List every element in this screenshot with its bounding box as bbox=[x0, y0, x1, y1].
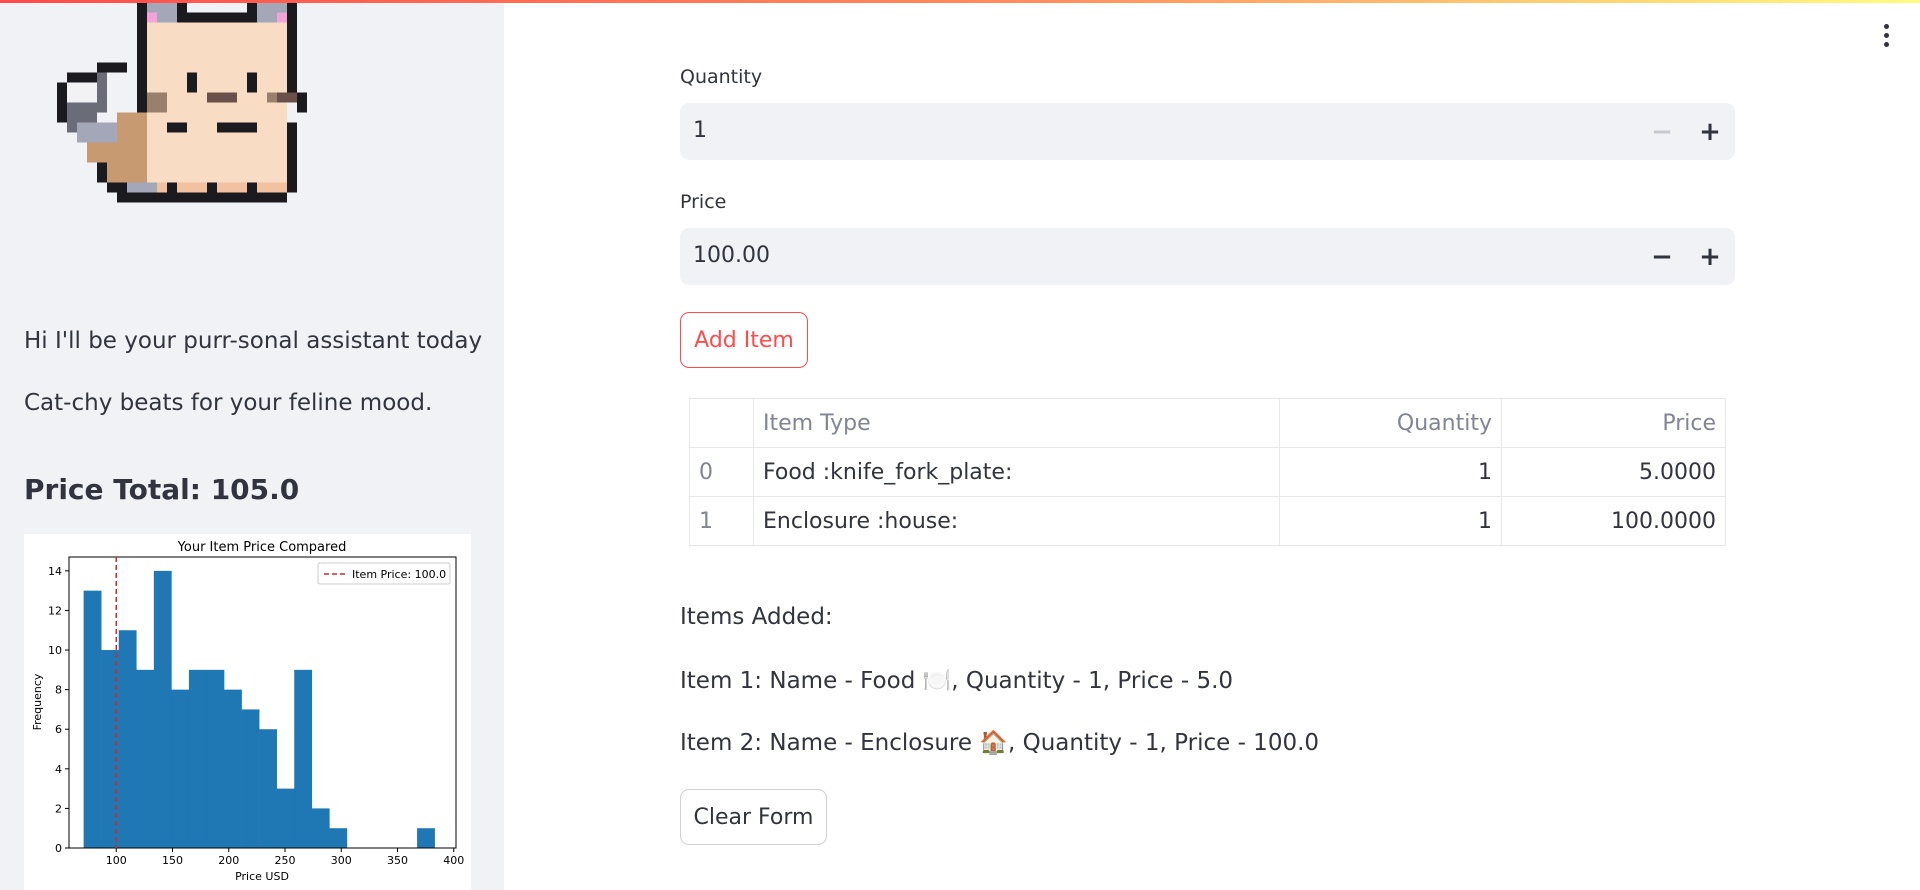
table-cell-price[interactable]: 5.0000 bbox=[1501, 447, 1726, 497]
x-tick-label: 400 bbox=[443, 854, 464, 867]
items-table: Item Type Quantity Price 0 Food :knife_f… bbox=[689, 398, 1726, 546]
histogram-bar bbox=[276, 788, 295, 848]
chart-ylabel: Frequency bbox=[31, 673, 44, 730]
price-histogram-chart: 100 150 200 250 300 350 400 0 2 4 6 8 10 12 14 Item Pr… bbox=[24, 534, 471, 890]
histogram-bar bbox=[294, 669, 313, 848]
quantity-label: Quantity bbox=[680, 66, 763, 88]
price-increment-button[interactable]: + bbox=[1686, 228, 1734, 285]
chart-legend: Item Price: 100.0 bbox=[317, 562, 451, 585]
y-tick-label: 0 bbox=[55, 842, 62, 855]
quantity-decrement-button[interactable]: − bbox=[1638, 103, 1686, 160]
pixel-cat-icon bbox=[57, 2, 307, 203]
table-cell-index[interactable]: 0 bbox=[689, 447, 754, 497]
chart-title: Your Item Price Compared bbox=[177, 540, 347, 555]
histogram-bar bbox=[118, 630, 137, 848]
y-tick-label: 2 bbox=[55, 802, 62, 815]
items-added-line-1: Item 1: Name - Food 🍽️, Quantity - 1, Pr… bbox=[680, 668, 1234, 694]
add-item-button[interactable]: Add Item bbox=[680, 312, 808, 368]
table-header-item-type[interactable]: Item Type bbox=[753, 398, 1280, 448]
table-cell-price[interactable]: 100.0000 bbox=[1501, 496, 1726, 546]
table-header-row: Item Type Quantity Price bbox=[689, 398, 1726, 448]
kebab-menu-icon[interactable] bbox=[1876, 20, 1896, 50]
histogram-bar bbox=[241, 709, 260, 848]
x-tick-label: 250 bbox=[275, 854, 296, 867]
histogram-bar bbox=[329, 828, 348, 848]
quantity-increment-button[interactable]: + bbox=[1686, 103, 1734, 160]
table-row: 0 Food :knife_fork_plate: 1 5.0000 bbox=[689, 447, 1726, 497]
price-value[interactable]: 100.00 bbox=[693, 243, 770, 268]
table-cell-item-type[interactable]: Enclosure :house: bbox=[753, 496, 1280, 546]
histogram-bar bbox=[153, 570, 172, 848]
items-added-heading: Items Added: bbox=[680, 604, 833, 630]
items-added-line-2: Item 2: Name - Enclosure 🏠, Quantity - 1… bbox=[680, 730, 1320, 756]
clear-form-button[interactable]: Clear Form bbox=[680, 789, 827, 845]
chart-xlabel: Price USD bbox=[235, 870, 289, 883]
price-histogram-svg: 100 150 200 250 300 350 400 0 2 4 6 8 10 12 14 Item Pr… bbox=[31, 540, 464, 883]
y-tick-label: 14 bbox=[48, 565, 62, 578]
table-cell-index[interactable]: 1 bbox=[689, 496, 754, 546]
table-header-quantity[interactable]: Quantity bbox=[1279, 398, 1502, 448]
histogram-bar bbox=[171, 689, 190, 848]
top-decoration-bar bbox=[0, 0, 1920, 3]
histogram-bar bbox=[417, 828, 435, 848]
table-cell-quantity[interactable]: 1 bbox=[1279, 496, 1502, 546]
histogram-bar bbox=[188, 669, 207, 848]
x-tick-label: 150 bbox=[162, 854, 183, 867]
x-tick-label: 350 bbox=[387, 854, 408, 867]
quantity-value[interactable]: 1 bbox=[693, 118, 707, 143]
y-tick-label: 12 bbox=[48, 604, 62, 617]
y-tick-label: 6 bbox=[55, 723, 62, 736]
price-label: Price bbox=[680, 191, 727, 213]
histogram-bar bbox=[224, 689, 242, 848]
x-tick-label: 300 bbox=[331, 854, 352, 867]
price-decrement-button[interactable]: − bbox=[1638, 228, 1686, 285]
table-cell-item-type[interactable]: Food :knife_fork_plate: bbox=[753, 447, 1280, 497]
x-tick-label: 200 bbox=[218, 854, 239, 867]
price-input[interactable]: 100.00 − + bbox=[680, 228, 1735, 285]
quantity-input[interactable]: 1 − + bbox=[680, 103, 1735, 160]
y-tick-label: 4 bbox=[55, 763, 62, 776]
histogram-bar bbox=[83, 590, 102, 848]
price-total: Price Total: 105.0 bbox=[24, 473, 300, 506]
table-header-price[interactable]: Price bbox=[1501, 398, 1726, 448]
table-cell-quantity[interactable]: 1 bbox=[1279, 447, 1502, 497]
table-row: 1 Enclosure :house: 1 100.0000 bbox=[689, 496, 1726, 546]
y-tick-label: 10 bbox=[48, 644, 62, 657]
x-tick-label: 100 bbox=[106, 854, 127, 867]
table-header-index[interactable] bbox=[689, 398, 754, 448]
tagline-text: Cat-chy beats for your feline mood. bbox=[24, 390, 433, 416]
y-tick-label: 8 bbox=[55, 684, 62, 697]
histogram-bar bbox=[206, 669, 225, 848]
histogram-bar bbox=[136, 669, 155, 848]
greeting-text: Hi I'll be your purr-sonal assistant tod… bbox=[24, 328, 483, 354]
legend-label: Item Price: 100.0 bbox=[352, 568, 446, 581]
histogram-bar bbox=[311, 808, 330, 848]
histogram-bar bbox=[259, 729, 277, 848]
sidebar: Hi I'll be your purr-sonal assistant tod… bbox=[0, 0, 504, 890]
